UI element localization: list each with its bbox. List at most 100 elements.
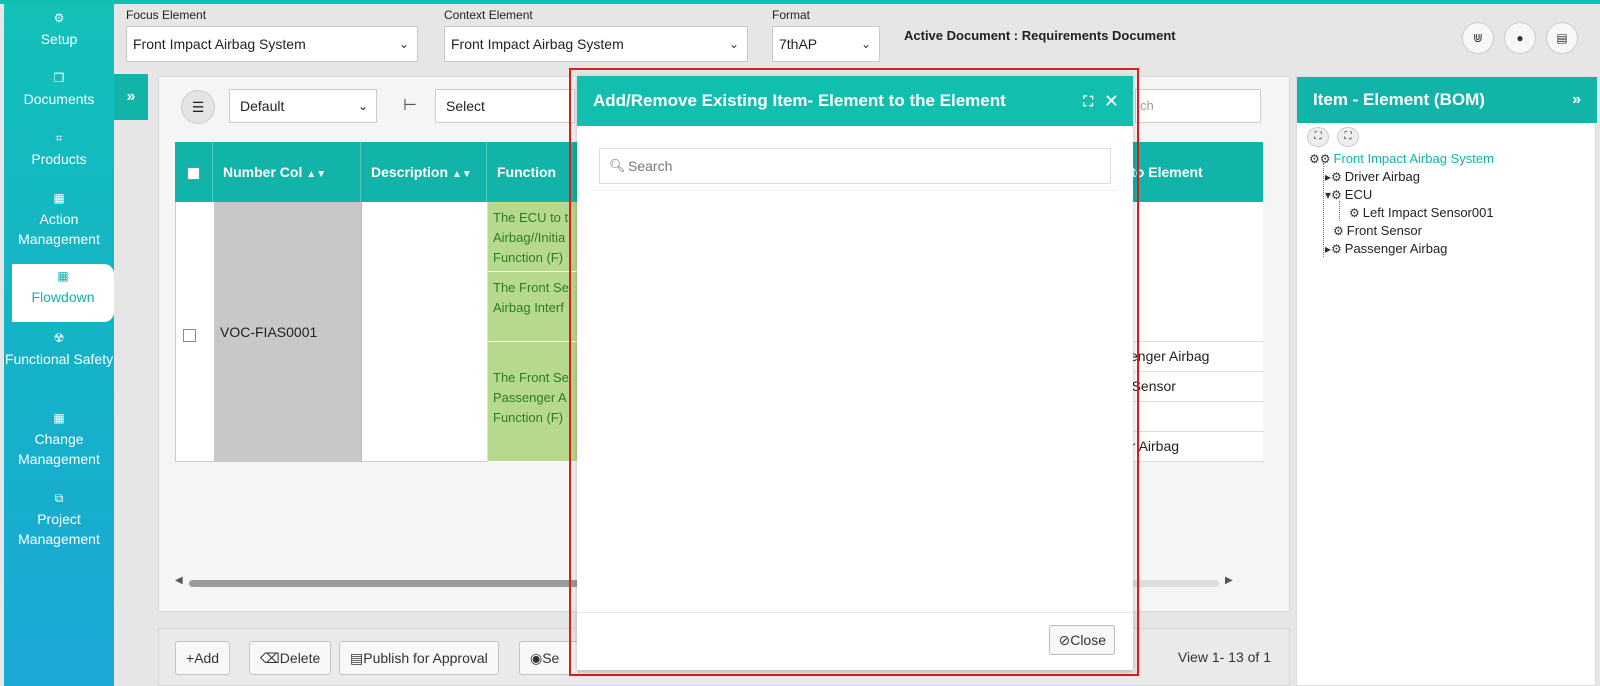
layers-icon[interactable]: ☰ bbox=[181, 90, 215, 124]
sidebar-item-change-management[interactable]: ▦ Change Management bbox=[4, 410, 114, 469]
pager-info: View 1- 13 of 1 bbox=[1177, 649, 1271, 665]
sidebar-item-products[interactable]: ⌗ Products bbox=[4, 130, 114, 169]
tree-node-label: Left Impact Sensor001 bbox=[1362, 205, 1494, 220]
send-button-label: Se bbox=[542, 650, 560, 666]
format-value: 7thAP bbox=[779, 36, 818, 52]
sidebar-item-label: Action Management bbox=[18, 211, 100, 247]
collapse-all-icon[interactable]: ⛶ bbox=[1337, 127, 1359, 147]
focus-element-value: Front Impact Airbag System bbox=[133, 36, 306, 52]
tree-node-front-sensor[interactable]: ⚙ Front Sensor bbox=[1333, 223, 1422, 238]
bom-panel-header: Item - Element (BOM) » bbox=[1297, 77, 1597, 123]
list-icon: ▤ bbox=[350, 650, 364, 666]
search-icon: 🔍︎ bbox=[609, 158, 626, 173]
select-dropdown-value: Select bbox=[446, 98, 485, 114]
scroll-right-icon[interactable]: ▶ bbox=[1225, 575, 1233, 586]
context-element-label: Context Element bbox=[444, 8, 533, 22]
description-cell bbox=[362, 202, 488, 462]
chart-icon[interactable]: ▤ bbox=[1546, 22, 1578, 54]
sidebar-item-flowdown[interactable]: ▦ Flowdown bbox=[12, 264, 114, 322]
focus-element-select[interactable]: Front Impact Airbag System ⌄ bbox=[126, 26, 418, 62]
chevron-down-icon: ⌄ bbox=[860, 37, 871, 51]
select-all-checkbox[interactable] bbox=[187, 166, 200, 180]
close-button[interactable]: ⊘Close bbox=[1049, 625, 1115, 655]
format-select[interactable]: 7thAP ⌄ bbox=[772, 26, 880, 62]
trash-icon: ⌫ bbox=[260, 650, 280, 666]
modal-divider bbox=[593, 190, 1117, 191]
add-button-label: Add bbox=[194, 650, 220, 666]
maximize-icon[interactable]: ⛶ bbox=[1083, 76, 1093, 126]
column-header-description[interactable]: Description ▲▼ bbox=[361, 142, 487, 202]
drop-icon[interactable]: ● bbox=[1504, 22, 1536, 54]
view-select[interactable]: Default ⌄ bbox=[229, 89, 377, 123]
gears-icon: ⚙⚙ bbox=[1309, 152, 1331, 166]
bom-panel: Item - Element (BOM) » ⛶ ⛶ ⚙⚙ Front Impac… bbox=[1296, 76, 1597, 686]
expand-left-panel-button[interactable]: » bbox=[114, 74, 148, 120]
grid-search-placeholder: ch bbox=[1140, 98, 1154, 113]
sidebar-item-setup[interactable]: ⚙ Setup bbox=[4, 10, 114, 49]
tree-node-root[interactable]: ⚙⚙ Front Impact Airbag System bbox=[1309, 151, 1494, 166]
tree-node-label: ECU bbox=[1344, 187, 1373, 202]
plus-icon: + bbox=[186, 650, 195, 666]
format-label: Format bbox=[772, 8, 811, 22]
column-header-number[interactable]: Number Col ▲▼ bbox=[213, 142, 361, 202]
double-chevron-right-icon[interactable]: » bbox=[1572, 77, 1581, 123]
sort-icon: ▲▼ bbox=[452, 169, 472, 180]
grid-search-input[interactable]: ch bbox=[1135, 89, 1261, 123]
add-remove-item-modal: Add/Remove Existing Item- Element to the… bbox=[577, 76, 1133, 670]
add-button[interactable]: +Add bbox=[175, 641, 231, 675]
building-icon: ▦ bbox=[53, 191, 65, 205]
tree-node-left-impact-sensor[interactable]: ⚙ Left Impact Sensor001 bbox=[1349, 205, 1494, 220]
delete-button[interactable]: ⌫Delete bbox=[249, 641, 332, 675]
modal-search-input[interactable]: 🔍︎ Search bbox=[599, 148, 1111, 184]
gear-icon: ⚙ bbox=[1349, 206, 1360, 220]
scroll-left-icon[interactable]: ◀ bbox=[175, 575, 183, 586]
sidebar-item-action-management[interactable]: ▦ Action Management bbox=[4, 190, 114, 249]
function-cell[interactable]: The ECU to t Airbag//Initia Function (F) bbox=[488, 202, 578, 272]
sidebar-item-label: Documents bbox=[23, 91, 95, 107]
sidebar-item-project-management[interactable]: ⧉ Project Management bbox=[4, 490, 114, 549]
tree-node-label: Front Sensor bbox=[1346, 223, 1422, 238]
tree-node-ecu[interactable]: ▾⚙ ECU bbox=[1325, 187, 1372, 202]
publish-for-approval-button[interactable]: ▤Publish for Approval bbox=[339, 641, 499, 675]
sidebar-item-label: Change Management bbox=[18, 431, 100, 467]
branch-icon[interactable]: ⋓ bbox=[1462, 22, 1494, 54]
modal-footer: ⊘Close bbox=[577, 612, 1133, 670]
tree-node-passenger-airbag[interactable]: ▸⚙ Passenger Airbag bbox=[1325, 241, 1447, 256]
close-button-label: Close bbox=[1070, 632, 1106, 648]
function-cell[interactable]: The Front Se Airbag Interf bbox=[488, 272, 578, 342]
eye-icon: ◉ bbox=[530, 650, 543, 666]
tree-node-driver-airbag[interactable]: ▸⚙ Driver Airbag bbox=[1325, 169, 1420, 184]
function-cell[interactable]: The Front Se Passenger A Function (F) bbox=[488, 342, 578, 462]
column-header-label: Description bbox=[371, 164, 449, 180]
top-filter-bar: Focus Element Front Impact Airbag System… bbox=[114, 4, 1600, 70]
row-number: VOC-FIAS0001 bbox=[220, 324, 318, 340]
chevron-down-icon: ⌄ bbox=[728, 37, 739, 51]
building-icon: ▦ bbox=[57, 269, 69, 283]
gear-icon: ⚙ bbox=[1333, 224, 1344, 238]
sidebar-item-label: Project Management bbox=[18, 511, 100, 547]
expand-all-icon[interactable]: ⛶ bbox=[1307, 127, 1329, 147]
context-element-select[interactable]: Front Impact Airbag System ⌄ bbox=[444, 26, 748, 62]
row-checkbox[interactable] bbox=[183, 326, 196, 342]
modal-header: Add/Remove Existing Item- Element to the… bbox=[577, 76, 1133, 126]
chevron-down-icon: ⌄ bbox=[357, 99, 368, 113]
sidebar-item-documents[interactable]: ❐ Documents bbox=[4, 70, 114, 109]
active-document-label: Active Document : Requirements Document bbox=[904, 28, 1176, 43]
column-header-label: Function bbox=[497, 164, 557, 180]
tree-line bbox=[1339, 201, 1340, 221]
focus-element-label: Focus Element bbox=[126, 8, 207, 22]
sidebar-item-label: Functional Safety bbox=[4, 351, 114, 367]
hierarchy-icon[interactable]: ⊢ bbox=[403, 95, 417, 115]
ban-icon: ⊘ bbox=[1058, 632, 1071, 648]
sidebar-item-functional-safety[interactable]: ☢ Functional Safety bbox=[4, 330, 114, 369]
select-dropdown[interactable]: Select bbox=[435, 89, 575, 123]
radiation-icon: ☢ bbox=[53, 331, 65, 345]
gears-icon: ▸⚙ bbox=[1325, 170, 1342, 184]
tree-node-label: Driver Airbag bbox=[1344, 169, 1420, 184]
publish-button-label: Publish for Approval bbox=[363, 650, 488, 666]
tree-line bbox=[1323, 163, 1324, 257]
modal-title: Add/Remove Existing Item- Element to the… bbox=[593, 91, 1006, 110]
double-chevron-right-icon: » bbox=[126, 88, 136, 105]
close-icon[interactable]: ✕ bbox=[1104, 76, 1119, 126]
scroll-thumb[interactable] bbox=[189, 580, 599, 587]
